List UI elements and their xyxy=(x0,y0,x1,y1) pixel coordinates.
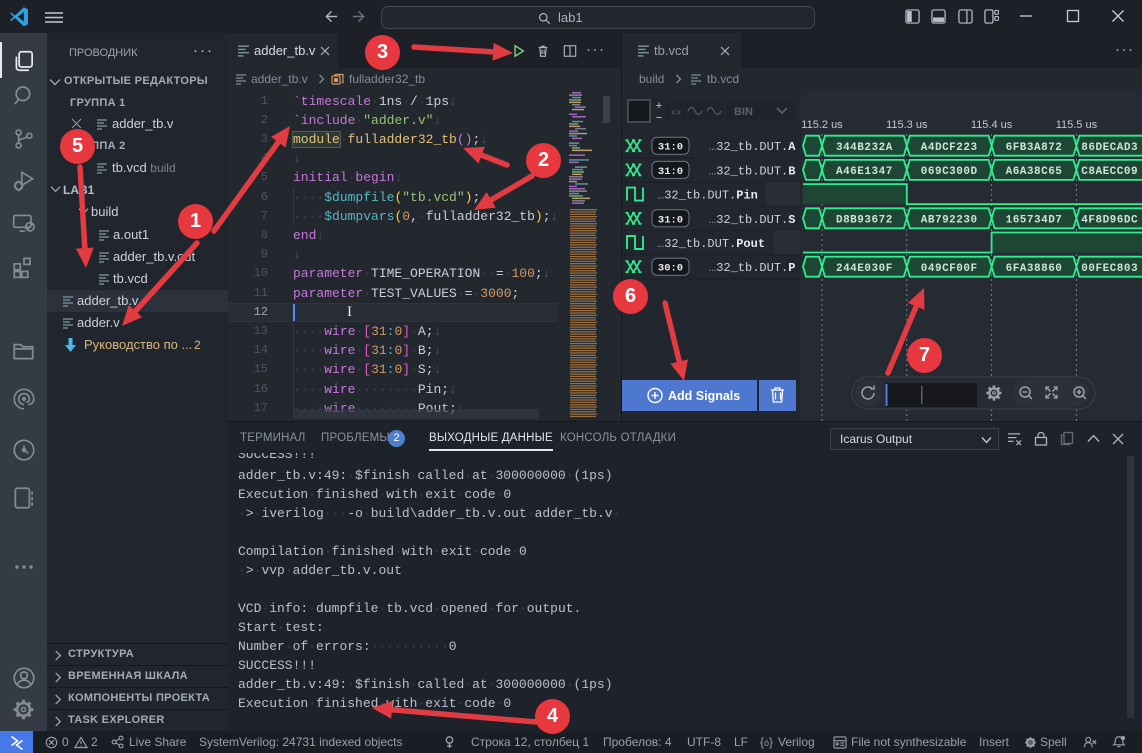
svg-text:6FA38860: 6FA38860 xyxy=(1006,263,1063,275)
svg-text:6FB3A872: 6FB3A872 xyxy=(1006,142,1063,154)
svg-text:−: − xyxy=(656,112,662,124)
svg-text:31:0: 31:0 xyxy=(658,142,683,154)
svg-text:115.3 us: 115.3 us xyxy=(886,119,928,131)
svg-text:+: + xyxy=(656,100,662,112)
svg-text:A46E1347: A46E1347 xyxy=(836,166,893,178)
svg-text:115.4 us: 115.4 us xyxy=(971,119,1013,131)
svg-text:…32_tb.DUT.S: …32_tb.DUT.S xyxy=(709,213,795,227)
svg-text:00FEC803: 00FEC803 xyxy=(1081,263,1138,275)
svg-text:C8AECC09: C8AECC09 xyxy=(1081,166,1138,178)
svg-text:…32_tb.DUT.B: …32_tb.DUT.B xyxy=(709,164,795,178)
svg-text:049CF00F: 049CF00F xyxy=(921,263,978,275)
svg-text:AB792230: AB792230 xyxy=(921,215,978,227)
svg-text:30:0: 30:0 xyxy=(658,263,683,275)
svg-text:069C300D: 069C300D xyxy=(921,166,978,178)
svg-text:115.2 us: 115.2 us xyxy=(801,119,843,131)
svg-text:…32_tb.DUT.P: …32_tb.DUT.P xyxy=(709,261,795,275)
svg-text:…32_tb.DUT.A: …32_tb.DUT.A xyxy=(709,140,796,154)
svg-text:A4DCF223: A4DCF223 xyxy=(921,142,978,154)
svg-text:…32_tb.DUT.Pout: …32_tb.DUT.Pout xyxy=(657,237,765,251)
svg-text:Add Signals: Add Signals xyxy=(668,389,740,403)
svg-text:31:0: 31:0 xyxy=(658,166,683,178)
svg-text:4F8D96DC: 4F8D96DC xyxy=(1081,215,1138,227)
svg-text:115.5 us: 115.5 us xyxy=(1056,119,1098,131)
svg-text:344B232A: 344B232A xyxy=(836,142,893,154)
svg-text:165734D7: 165734D7 xyxy=(1006,215,1063,227)
svg-text:D8B93672: D8B93672 xyxy=(836,215,893,227)
svg-text:BIN: BIN xyxy=(734,106,753,118)
svg-text:31:0: 31:0 xyxy=(658,214,683,226)
svg-text:86DECAD3: 86DECAD3 xyxy=(1081,142,1138,154)
svg-text:xx: xx xyxy=(671,108,682,118)
svg-text:…32_tb.DUT.Pin: …32_tb.DUT.Pin xyxy=(657,189,758,203)
svg-text:A6A38C65: A6A38C65 xyxy=(1006,166,1063,178)
svg-text:244E030F: 244E030F xyxy=(836,263,893,275)
